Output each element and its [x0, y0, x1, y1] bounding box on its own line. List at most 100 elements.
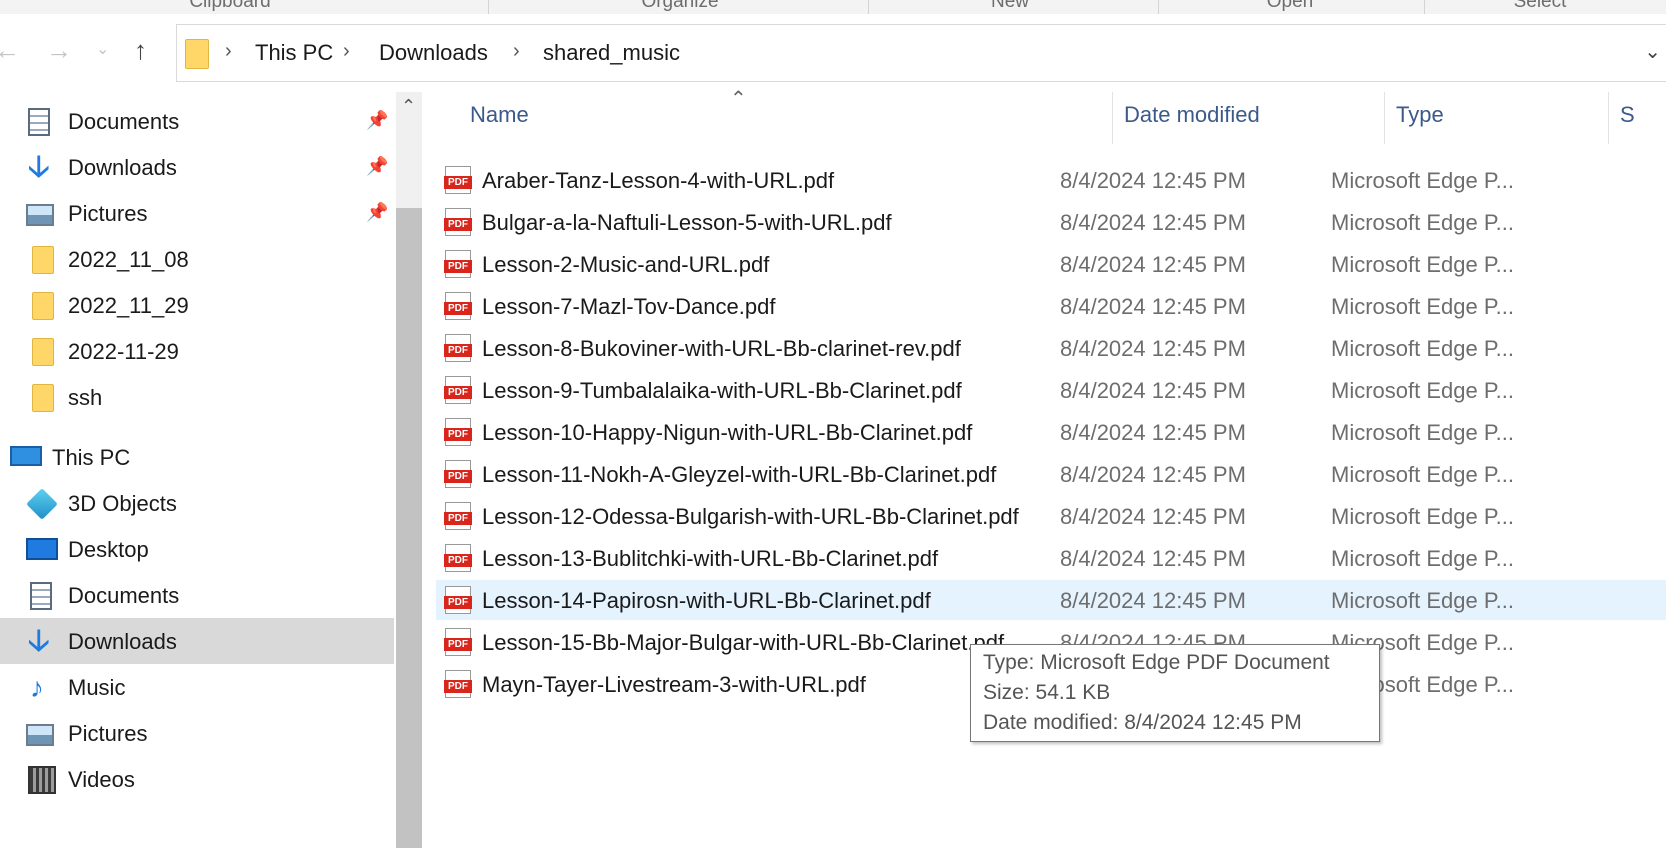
file-name: Lesson-9-Tumbalalaika-with-URL-Bb-Clarin…	[482, 378, 962, 403]
ribbon-divider	[488, 0, 489, 14]
file-row-hovered[interactable]: Lesson-14-Papirosn-with-URL-Bb-Clarinet.…	[436, 580, 1666, 620]
file-name: Lesson-2-Music-and-URL.pdf	[482, 252, 770, 277]
sidebar-item-label: Videos	[68, 767, 135, 792]
file-name: Bulgar-a-la-Naftuli-Lesson-5-with-URL.pd…	[482, 210, 892, 235]
address-bar[interactable]: › This PC › Downloads › shared_music ⌄	[176, 24, 1666, 82]
breadcrumb-chevron-icon[interactable]: ›	[225, 40, 232, 63]
file-name: Lesson-8-Bukoviner-with-URL-Bb-clarinet-…	[482, 336, 961, 361]
file-name: Mayn-Tayer-Livestream-3-with-URL.pdf	[482, 672, 866, 697]
file-date: 8/4/2024 12:45 PM	[1060, 210, 1246, 235]
pdf-file-icon	[444, 334, 472, 362]
navigation-bar: ← → ⌄ ↑ › This PC › Downloads › shared_m…	[0, 14, 1666, 86]
column-header-size[interactable]: S	[1620, 102, 1635, 128]
up-arrow-icon[interactable]: ↑	[134, 36, 147, 64]
sidebar-item-label: 2022_11_29	[68, 293, 189, 318]
ribbon-divider	[1158, 0, 1159, 14]
scroll-up-icon[interactable]: ⌃	[401, 96, 416, 117]
file-name: Lesson-7-Mazl-Tov-Dance.pdf	[482, 294, 776, 319]
file-row[interactable]: Lesson-10-Happy-Nigun-with-URL-Bb-Clarin…	[436, 412, 1666, 452]
music-icon: ♪	[30, 672, 44, 703]
column-divider[interactable]	[1112, 92, 1113, 144]
file-row[interactable]: Lesson-8-Bukoviner-with-URL-Bb-clarinet-…	[436, 328, 1666, 368]
file-date: 8/4/2024 12:45 PM	[1060, 462, 1246, 487]
file-date: 8/4/2024 12:45 PM	[1060, 168, 1246, 193]
sidebar-item-2022-11-08[interactable]: 2022_11_08	[0, 236, 394, 282]
column-header-type[interactable]: Type	[1396, 102, 1444, 128]
pictures-icon	[26, 724, 54, 746]
file-row[interactable]: Araber-Tanz-Lesson-4-with-URL.pdf 8/4/20…	[436, 160, 1666, 200]
sidebar-item-label: 3D Objects	[68, 491, 177, 516]
column-header-name[interactable]: Name	[470, 102, 529, 128]
file-name: Lesson-11-Nokh-A-Gleyzel-with-URL-Bb-Cla…	[482, 462, 997, 487]
file-date: 8/4/2024 12:45 PM	[1060, 504, 1246, 529]
pdf-file-icon	[444, 544, 472, 572]
documents-icon	[30, 582, 52, 610]
file-row[interactable]: Lesson-7-Mazl-Tov-Dance.pdf 8/4/2024 12:…	[436, 286, 1666, 326]
sidebar-item-this-pc[interactable]: This PC	[0, 434, 394, 480]
breadcrumb-this-pc[interactable]: This PC	[255, 40, 333, 66]
sidebar-item-label: Downloads	[68, 155, 177, 180]
file-row[interactable]: Bulgar-a-la-Naftuli-Lesson-5-with-URL.pd…	[436, 202, 1666, 242]
computer-icon	[10, 446, 42, 466]
file-date: 8/4/2024 12:45 PM	[1060, 252, 1246, 277]
pdf-file-icon	[444, 292, 472, 320]
sidebar-item-label: 2022_11_08	[68, 247, 189, 272]
file-info-tooltip: Type: Microsoft Edge PDF Document Size: …	[970, 644, 1380, 742]
file-type: Microsoft Edge P...	[1331, 294, 1515, 319]
videos-icon	[28, 766, 56, 794]
file-row[interactable]: Lesson-12-Odessa-Bulgarish-with-URL-Bb-C…	[436, 496, 1666, 536]
ribbon-group-new: New	[990, 0, 1029, 12]
pdf-file-icon	[444, 208, 472, 236]
sidebar-item-documents[interactable]: Documents 📌	[0, 98, 394, 144]
folder-icon	[32, 338, 54, 366]
column-divider[interactable]	[1384, 92, 1385, 144]
file-name: Lesson-14-Papirosn-with-URL-Bb-Clarinet.…	[482, 588, 931, 613]
documents-icon	[28, 108, 50, 136]
file-date: 8/4/2024 12:45 PM	[1060, 420, 1246, 445]
breadcrumb-chevron-icon[interactable]: ›	[513, 40, 520, 63]
sidebar-item-desktop[interactable]: Desktop	[0, 526, 394, 572]
file-name: Araber-Tanz-Lesson-4-with-URL.pdf	[482, 168, 835, 193]
tooltip-type: Type: Microsoft Edge PDF Document	[983, 651, 1330, 674]
sidebar-item-documents-pc[interactable]: Documents	[0, 572, 394, 618]
sidebar-item-2022-11-29[interactable]: 2022_11_29	[0, 282, 394, 328]
sidebar-item-ssh[interactable]: ssh	[0, 374, 394, 420]
breadcrumb-chevron-icon[interactable]: ›	[343, 40, 350, 63]
file-date: 8/4/2024 12:45 PM	[1060, 546, 1246, 571]
sidebar-item-videos[interactable]: Videos	[0, 756, 394, 802]
file-type: Microsoft Edge P...	[1331, 378, 1515, 403]
column-divider[interactable]	[1608, 92, 1609, 144]
file-row[interactable]: Lesson-13-Bublitchki-with-URL-Bb-Clarine…	[436, 538, 1666, 578]
sidebar-item-label: 2022-11-29	[68, 339, 179, 364]
file-row[interactable]: Lesson-11-Nokh-A-Gleyzel-with-URL-Bb-Cla…	[436, 454, 1666, 494]
scrollbar-thumb[interactable]	[396, 208, 422, 848]
ribbon-group-clipboard: Clipboard	[189, 0, 271, 12]
downloads-icon: 🡣	[28, 624, 50, 657]
file-name: Lesson-15-Bb-Major-Bulgar-with-URL-Bb-Cl…	[482, 630, 1005, 655]
navigation-scrollbar[interactable]: ⌃	[396, 92, 422, 848]
ribbon-divider	[1424, 0, 1425, 14]
sidebar-item-downloads-pc[interactable]: 🡣 Downloads	[0, 618, 394, 664]
desktop-icon	[26, 538, 58, 560]
ribbon-group-select: Select	[1513, 0, 1567, 12]
sidebar-item-3d-objects[interactable]: 3D Objects	[0, 480, 394, 526]
sidebar-item-pictures-pc[interactable]: Pictures	[0, 710, 394, 756]
sidebar-item-2022-11-29-dash[interactable]: 2022-11-29	[0, 328, 394, 374]
back-arrow-icon[interactable]: ←	[0, 36, 20, 64]
pdf-file-icon	[444, 460, 472, 488]
address-dropdown-icon[interactable]: ⌄	[1644, 39, 1661, 64]
forward-arrow-icon[interactable]: →	[46, 36, 72, 64]
file-row[interactable]: Lesson-9-Tumbalalaika-with-URL-Bb-Clarin…	[436, 370, 1666, 410]
sidebar-item-music[interactable]: ♪ Music	[0, 664, 394, 710]
file-row[interactable]: Lesson-2-Music-and-URL.pdf 8/4/2024 12:4…	[436, 244, 1666, 284]
column-header-date-modified[interactable]: Date modified	[1124, 102, 1260, 128]
breadcrumb-downloads[interactable]: Downloads	[379, 40, 488, 66]
sidebar-item-pictures[interactable]: Pictures 📌	[0, 190, 394, 236]
sidebar-item-downloads[interactable]: 🡣 Downloads 📌	[0, 144, 394, 190]
file-type: Microsoft Edge P...	[1331, 168, 1515, 193]
downloads-icon: 🡣	[28, 150, 50, 183]
breadcrumb-shared-music[interactable]: shared_music	[543, 40, 680, 66]
chevron-down-icon[interactable]: ⌄	[96, 36, 109, 64]
sidebar-item-label: Pictures	[68, 201, 148, 226]
file-name: Lesson-12-Odessa-Bulgarish-with-URL-Bb-C…	[482, 504, 1019, 529]
